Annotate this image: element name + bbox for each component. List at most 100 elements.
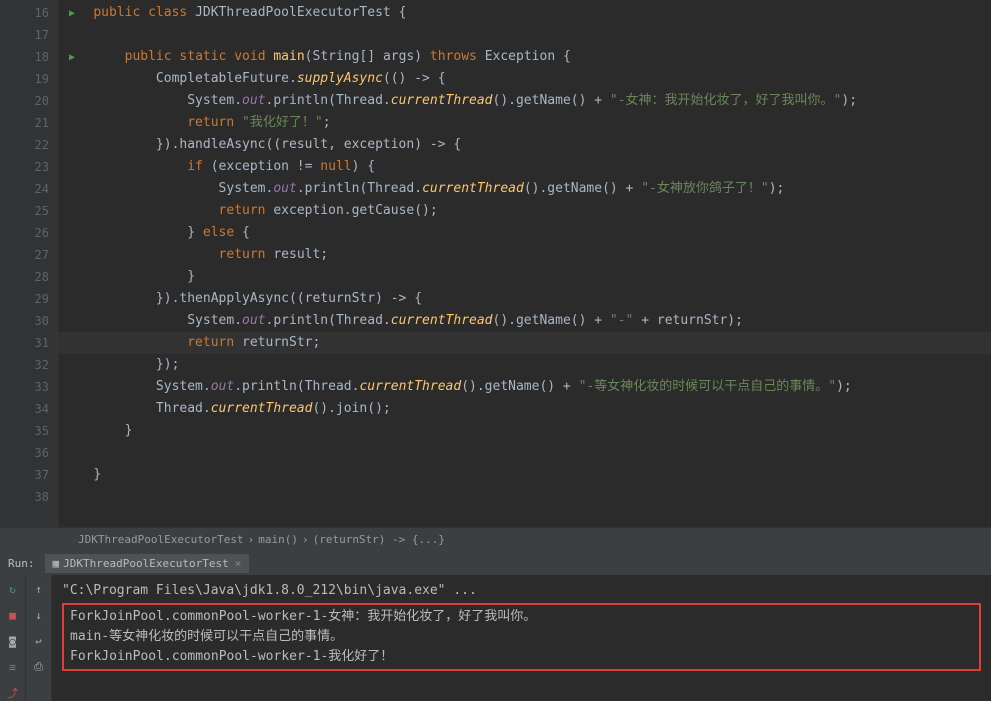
code-line[interactable]: } else { [58,222,991,244]
layout-icon[interactable]: ≡ [5,659,21,675]
code-line[interactable]: return returnStr; [58,332,991,354]
line-number: 27 [35,248,49,262]
camera-icon[interactable]: ◙ [5,633,21,649]
down-icon[interactable]: ↓ [31,607,47,623]
code-line[interactable]: }).thenApplyAsync((returnStr) -> { [58,288,991,310]
token-static-method: currentThread [359,379,461,394]
token-kw: static [179,49,226,64]
token-plain: ) { [352,159,375,174]
gutter-line[interactable]: 36 [0,442,57,464]
gutter-line[interactable]: 24 [0,178,57,200]
token-str: "-女神：我开始化妆了，好了我叫你。" [610,93,841,108]
gutter-line[interactable]: 37 [0,464,57,486]
code-line[interactable]: System.out.println(Thread.currentThread(… [58,376,991,398]
exit-icon[interactable]: ⤴ [5,685,21,701]
token-kw: throws [430,49,477,64]
code-line[interactable]: } [58,266,991,288]
gutter-line[interactable]: 27 [0,244,57,266]
line-number: 17 [35,28,49,42]
code-line[interactable]: System.out.println(Thread.currentThread(… [58,90,991,112]
run-tab[interactable]: ▦ JDKThreadPoolExecutorTest × [45,554,250,573]
rerun-icon[interactable]: ↻ [5,581,21,597]
console-line: ForkJoinPool.commonPool-worker-1-女神：我开始化… [70,607,973,627]
token-plain: returnStr; [234,335,320,350]
code-line[interactable]: }); [58,354,991,376]
token-kw: return [187,335,234,350]
gutter-line[interactable]: 29 [0,288,57,310]
code-line[interactable]: public class JDKThreadPoolExecutorTest { [58,2,991,24]
code-line[interactable]: public static void main(String[] args) t… [58,46,991,68]
code-line[interactable] [58,486,991,508]
gutter-line[interactable]: 19 [0,68,57,90]
code-line[interactable]: }).handleAsync((result, exception) -> { [58,134,991,156]
code-line[interactable] [58,442,991,464]
token-plain: ().join(); [312,401,390,416]
gutter-line[interactable]: 30 [0,310,57,332]
gutter-line[interactable]: 17 [0,24,57,46]
gutter-line[interactable]: 38 [0,486,57,508]
gutter-line[interactable]: 35 [0,420,57,442]
code-line[interactable]: if (exception != null) { [58,156,991,178]
run-body: ↻ ■ ◙ ≡ ⤴ ↑ ↓ ↩ ⎙ "C:\Program Files\Java… [0,575,991,701]
stop-icon[interactable]: ■ [5,607,21,623]
code-line[interactable]: return "我化好了！"; [58,112,991,134]
run-label: Run: [8,557,35,570]
gutter-line[interactable]: 25 [0,200,57,222]
breadcrumb-class[interactable]: JDKThreadPoolExecutorTest [78,533,244,546]
console-output[interactable]: "C:\Program Files\Java\jdk1.8.0_212\bin\… [52,575,991,701]
wrap-icon[interactable]: ↩ [31,633,47,649]
console-line: main-等女神化妆的时候可以干点自己的事情。 [70,627,973,647]
token-static-method: currentThread [391,313,493,328]
gutter-line[interactable]: 16▶ [0,2,57,24]
code-line[interactable]: } [58,420,991,442]
breadcrumb-lambda[interactable]: (returnStr) -> {...} [313,533,445,546]
editor-area: 16▶ 17 18▶1920 21 22 23 24 25 26 27 28293031 32 33 34… [0,0,991,527]
token-static-field: out [242,93,265,108]
line-number: 32 [35,358,49,372]
code-line[interactable]: CompletableFuture.supplyAsync(() -> { [58,68,991,90]
gutter-line[interactable]: 22 [0,134,57,156]
gutter-line[interactable]: 21 [0,112,57,134]
token-kw: class [148,5,187,20]
token-plain: .println(Thread. [297,181,422,196]
gutter-line[interactable]: 20 [0,90,57,112]
gutter-line[interactable]: 23 [0,156,57,178]
gutter-line[interactable]: 33 [0,376,57,398]
gutter-line[interactable]: 26 [0,222,57,244]
gutter-line[interactable]: 31 [0,332,57,354]
code-line[interactable]: return exception.getCause(); [58,200,991,222]
code-line[interactable]: System.out.println(Thread.currentThread(… [58,310,991,332]
code-line[interactable]: Thread.currentThread().join(); [58,398,991,420]
print-icon[interactable]: ⎙ [31,659,47,675]
run-panel-header: Run: ▦ JDKThreadPoolExecutorTest × [0,551,991,575]
token-plain [234,115,242,130]
token-static-method: supplyAsync [297,71,383,86]
code-line[interactable]: } [58,464,991,486]
code-line[interactable] [58,24,991,46]
token-plain: System. [187,313,242,328]
code-area[interactable]: public class JDKThreadPoolExecutorTest {… [58,0,991,527]
line-number: 16 [35,6,49,20]
token-static-method: currentThread [422,181,524,196]
token-plain: System. [219,181,274,196]
breadcrumb[interactable]: JDKThreadPoolExecutorTest › main() › (re… [0,527,991,551]
line-number: 23 [35,160,49,174]
token-plain: } [93,467,101,482]
line-number: 35 [35,424,49,438]
gutter-line[interactable]: 28 [0,266,57,288]
gutter-line[interactable]: 34 [0,398,57,420]
code-line[interactable]: System.out.println(Thread.currentThread(… [58,178,991,200]
code-line[interactable]: return result; [58,244,991,266]
close-icon[interactable]: × [235,557,242,570]
line-number: 21 [35,116,49,130]
token-str: "-" [610,313,633,328]
token-static-method: currentThread [391,93,493,108]
line-number: 34 [35,402,49,416]
gutter-line[interactable]: 32 [0,354,57,376]
token-plain: ().getName() + [493,93,610,108]
gutter-line[interactable]: 18▶ [0,46,57,68]
token-plain: Exception { [477,49,571,64]
line-number: 25 [35,204,49,218]
up-icon[interactable]: ↑ [31,581,47,597]
breadcrumb-method[interactable]: main() [258,533,298,546]
